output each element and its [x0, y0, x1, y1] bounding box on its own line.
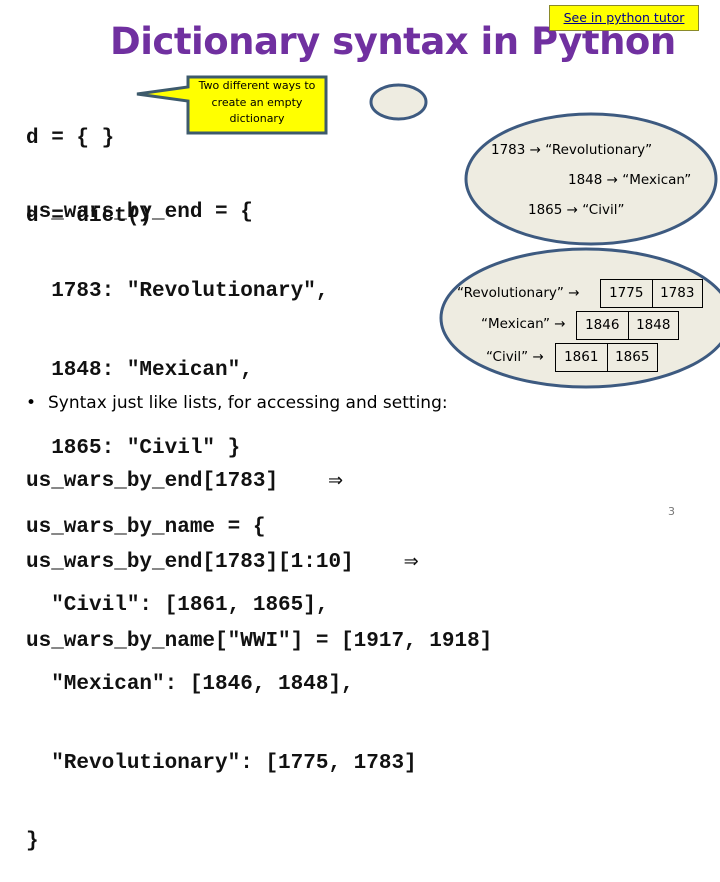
bullet-item: • Syntax just like lists, for accessing a… — [26, 391, 448, 415]
entry-key: “Civil” — [486, 349, 529, 365]
arrow-icon: → — [566, 202, 578, 218]
entry-key: 1783 — [491, 142, 526, 158]
list-cell: 1861 — [564, 349, 599, 365]
by-name-key: “Mexican” → — [481, 316, 566, 332]
by-name-key: “Revolutionary” → — [457, 285, 580, 301]
code-line: 1848: "Mexican", — [26, 358, 253, 382]
by-end-entry: 1848 → “Mexican” — [568, 172, 691, 188]
callout-text: Two different ways to create an empty di… — [198, 79, 316, 125]
implies-arrow-icon: ⇒ — [403, 550, 419, 572]
code-line: } — [26, 830, 39, 854]
code-text: us_wars_by_end[1783] — [26, 470, 279, 493]
arrow-icon: → — [529, 142, 541, 158]
implies-arrow-icon: ⇒ — [328, 470, 344, 491]
code-line: us_wars_by_end = { — [26, 201, 253, 225]
code-text: us_wars_by_end[1783][1:10] — [26, 550, 354, 574]
page-number: 3 — [668, 505, 675, 518]
arrow-icon: → — [532, 349, 544, 365]
access-code: us_wars_by_end[1783] ⇒ us_wars_by_end[178… — [26, 415, 492, 682]
by-name-key: “Civil” → — [486, 349, 544, 365]
code-line: us_wars_by_name["WWI"] = [1917, 1918] — [26, 629, 492, 656]
entry-key: 1848 — [568, 172, 603, 188]
list-cell: 1846 — [585, 317, 620, 333]
code-line: us_wars_by_end[1783] ⇒ — [26, 468, 492, 496]
bullet-icon: • — [26, 393, 37, 413]
entry-key: 1865 — [528, 202, 563, 218]
by-end-entry: 1865 → “Civil” — [528, 202, 624, 218]
code-line: 1783: "Revolutionary", — [26, 280, 329, 304]
entry-value: “Mexican” — [622, 172, 692, 188]
entry-key: “Mexican” — [481, 316, 550, 332]
entry-value: “Civil” — [582, 202, 625, 218]
list-cell: 1865 — [606, 344, 658, 371]
list-cell: 1775 — [609, 285, 644, 301]
entry-key: “Revolutionary” — [457, 285, 564, 301]
arrow-icon: → — [554, 316, 566, 332]
empty-dict-ellipse — [369, 83, 428, 121]
by-end-entry: 1783 → “Revolutionary” — [491, 142, 652, 158]
by-name-list: 1775 1783 — [600, 279, 703, 308]
python-tutor-link[interactable]: See in python tutor — [549, 5, 699, 31]
code-line: us_wars_by_end[1783][1:10] ⇒ — [26, 549, 492, 577]
code-line: "Revolutionary": [1775, 1783] — [26, 751, 417, 775]
by-name-list: 1846 1848 — [576, 311, 679, 340]
code-text: us_wars_by_name["WWI"] = [1917, 1918] — [26, 630, 493, 653]
list-cell: 1783 — [651, 280, 703, 307]
list-cell: 1848 — [627, 312, 679, 339]
entry-value: “Revolutionary” — [545, 142, 653, 158]
by-name-list: 1861 1865 — [555, 343, 658, 372]
arrow-icon: → — [606, 172, 618, 188]
arrow-icon: → — [568, 285, 580, 301]
bullet-text: Syntax just like lists, for accessing an… — [48, 393, 448, 413]
